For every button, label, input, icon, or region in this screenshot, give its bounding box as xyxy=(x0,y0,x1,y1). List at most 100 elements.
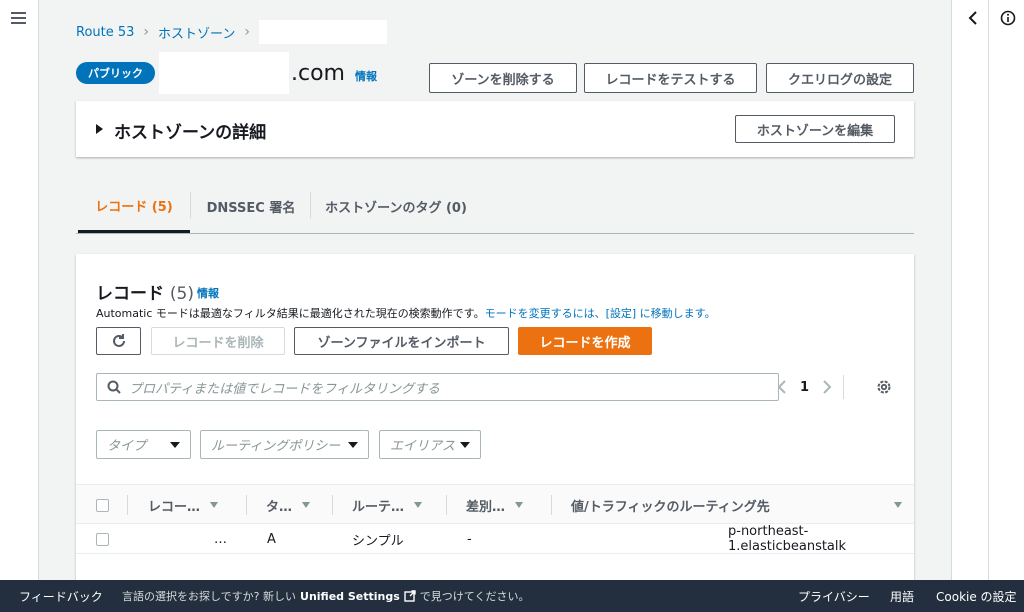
alias-filter-select[interactable]: エイリアス xyxy=(379,430,481,459)
refresh-button[interactable] xyxy=(96,327,141,355)
caret-down-icon xyxy=(348,441,358,448)
main-content: Route 53 › ホストゾーン › パブリック .com 情報 ゾーンを削除… xyxy=(40,0,951,580)
menu-icon[interactable] xyxy=(11,12,26,24)
col-routing[interactable]: ルーテ… xyxy=(352,485,423,525)
tab-divider xyxy=(310,192,311,218)
refresh-icon xyxy=(112,334,125,347)
column-divider xyxy=(246,495,247,515)
col-differentiator[interactable]: 差別… xyxy=(466,485,524,525)
row-name[interactable]: … xyxy=(214,524,227,554)
delete-record-button[interactable]: レコードを削除 xyxy=(151,327,285,355)
breadcrumb: Route 53 › ホストゾーン › xyxy=(76,20,387,44)
records-info-link[interactable]: 情報 xyxy=(197,285,219,301)
domain-name-redacted xyxy=(159,52,289,94)
tab-divider xyxy=(190,192,191,218)
records-table-header: レコー… タ… ルーテ… 差別… 値/トラフィックのルーティング先 xyxy=(76,484,914,524)
routing-policy-filter-select[interactable]: ルーティングポリシー xyxy=(200,430,369,459)
footer-language-notice: 言語の選択をお探しですか? 新しい Unified Settings で見つけて… xyxy=(122,580,529,612)
privacy-link[interactable]: プライバシー xyxy=(798,580,870,612)
zone-details-panel: ホストゾーンの詳細 ホストゾーンを編集 xyxy=(76,101,914,157)
column-divider xyxy=(551,495,552,515)
caret-down-icon xyxy=(460,441,470,448)
col-type[interactable]: タ… xyxy=(266,485,311,525)
feedback-link[interactable]: フィードバック xyxy=(19,580,103,612)
zone-title-row: パブリック .com 情報 xyxy=(76,52,377,94)
records-title: レコード (5) xyxy=(96,279,194,304)
delete-zone-button[interactable]: ゾーンを削除する xyxy=(429,63,577,93)
col-diff-label: 差別… xyxy=(466,499,506,515)
records-title-text: レコード xyxy=(96,284,164,304)
cookie-settings-link[interactable]: Cookie の設定 xyxy=(936,580,1017,612)
table-row[interactable]: … A シンプル - p-northeast-1.elasticbeanstal… xyxy=(76,524,914,554)
row-differentiator: - xyxy=(467,531,472,547)
alias-filter-label: エイリアス xyxy=(390,439,456,454)
breadcrumb-separator-icon: › xyxy=(244,24,250,40)
tab-dnssec[interactable]: DNSSEC 署名 xyxy=(192,180,310,232)
routing-filter-label: ルーティングポリシー xyxy=(211,439,341,454)
sort-icon xyxy=(302,502,311,508)
footer-bar: フィードバック 言語の選択をお探しですか? 新しい Unified Settin… xyxy=(0,580,1024,612)
records-count: (5) xyxy=(169,284,195,304)
left-nav-rail xyxy=(0,0,39,580)
col-type-label: タ… xyxy=(266,499,293,515)
query-logging-button[interactable]: クエリログの設定 xyxy=(766,63,914,93)
col-record-name[interactable]: レコー… xyxy=(148,485,219,525)
footer-desc-suffix: で見つけてください。 xyxy=(419,590,530,603)
expand-caret-icon[interactable] xyxy=(96,124,103,134)
records-description: Automatic モードは最適なフィルタ結果に最適化された現在の検索動作です。… xyxy=(96,305,716,321)
chevron-left-icon[interactable] xyxy=(964,9,982,27)
col-value[interactable]: 値/トラフィックのルーティング先 xyxy=(571,485,770,525)
column-divider xyxy=(332,495,333,515)
info-icon[interactable] xyxy=(1000,10,1016,26)
edit-zone-button[interactable]: ホストゾーンを編集 xyxy=(735,115,895,143)
prev-page-icon[interactable] xyxy=(776,379,788,395)
pagination: 1 xyxy=(776,373,845,401)
caret-down-icon xyxy=(170,441,180,448)
col-routing-label: ルーテ… xyxy=(352,499,405,515)
create-record-button[interactable]: レコードを作成 xyxy=(518,327,652,355)
column-divider xyxy=(446,495,447,515)
row-type: A xyxy=(267,531,276,547)
current-page[interactable]: 1 xyxy=(800,380,809,395)
row-checkbox[interactable] xyxy=(96,532,109,546)
sort-icon xyxy=(894,502,902,508)
footer-desc-prefix: 言語の選択をお探しですか? 新しい xyxy=(122,590,297,603)
zone-details-title[interactable]: ホストゾーンの詳細 xyxy=(114,118,266,143)
select-all-cell xyxy=(96,485,109,525)
type-filter-select[interactable]: タイプ xyxy=(96,430,191,459)
row-routing: シンプル xyxy=(352,533,404,549)
sort-icon xyxy=(515,502,524,508)
next-page-icon[interactable] xyxy=(821,379,833,395)
records-desc-text: Automatic モードは最適なフィルタ結果に最適化された現在の検索動作です。 xyxy=(96,307,485,320)
records-search-input[interactable]: プロパティまたは値でレコードをフィルタリングする xyxy=(96,373,779,401)
tab-records[interactable]: レコード (5) xyxy=(78,180,190,233)
tab-zone-tags[interactable]: ホストゾーンのタグ (0) xyxy=(312,180,480,232)
breadcrumb-separator-icon: › xyxy=(143,24,150,40)
select-all-checkbox[interactable] xyxy=(96,498,109,512)
search-placeholder: プロパティまたは値でレコードをフィルタリングする xyxy=(129,381,440,397)
import-zone-file-button[interactable]: ゾーンファイルをインポート xyxy=(294,327,509,355)
unified-settings-link[interactable]: Unified Settings xyxy=(300,590,400,603)
col-value-sort[interactable] xyxy=(884,485,902,525)
col-record-name-label: レコー… xyxy=(148,499,201,515)
gear-icon[interactable] xyxy=(876,379,892,395)
row-value: p-northeast-1.elasticbeanstalk xyxy=(728,524,847,554)
breadcrumb-hosted-zones[interactable]: ホストゾーン xyxy=(158,23,235,42)
domain-suffix: .com xyxy=(291,60,345,86)
records-panel: レコード (5) 情報 Automatic モードは最適なフィルタ結果に最適化さ… xyxy=(76,254,914,580)
pager-divider xyxy=(843,375,845,399)
type-filter-label: タイプ xyxy=(107,439,147,454)
zone-info-link[interactable]: 情報 xyxy=(355,68,377,84)
tab-bar: レコード (5) DNSSEC 署名 ホストゾーンのタグ (0) xyxy=(76,180,914,234)
sort-icon xyxy=(210,502,219,508)
breadcrumb-current-redacted xyxy=(259,20,387,44)
sort-icon xyxy=(414,502,423,508)
records-settings-link[interactable]: モードを変更するには、[設定] に移動します。 xyxy=(485,307,716,320)
row-select-cell xyxy=(96,524,109,554)
breadcrumb-route53[interactable]: Route 53 xyxy=(76,25,134,40)
rail-divider xyxy=(988,0,989,580)
right-tools-rail xyxy=(951,0,1024,580)
terms-link[interactable]: 用語 xyxy=(890,580,914,612)
test-record-button[interactable]: レコードをテストする xyxy=(584,63,757,93)
col-value-label: 値/トラフィックのルーティング先 xyxy=(571,499,770,515)
